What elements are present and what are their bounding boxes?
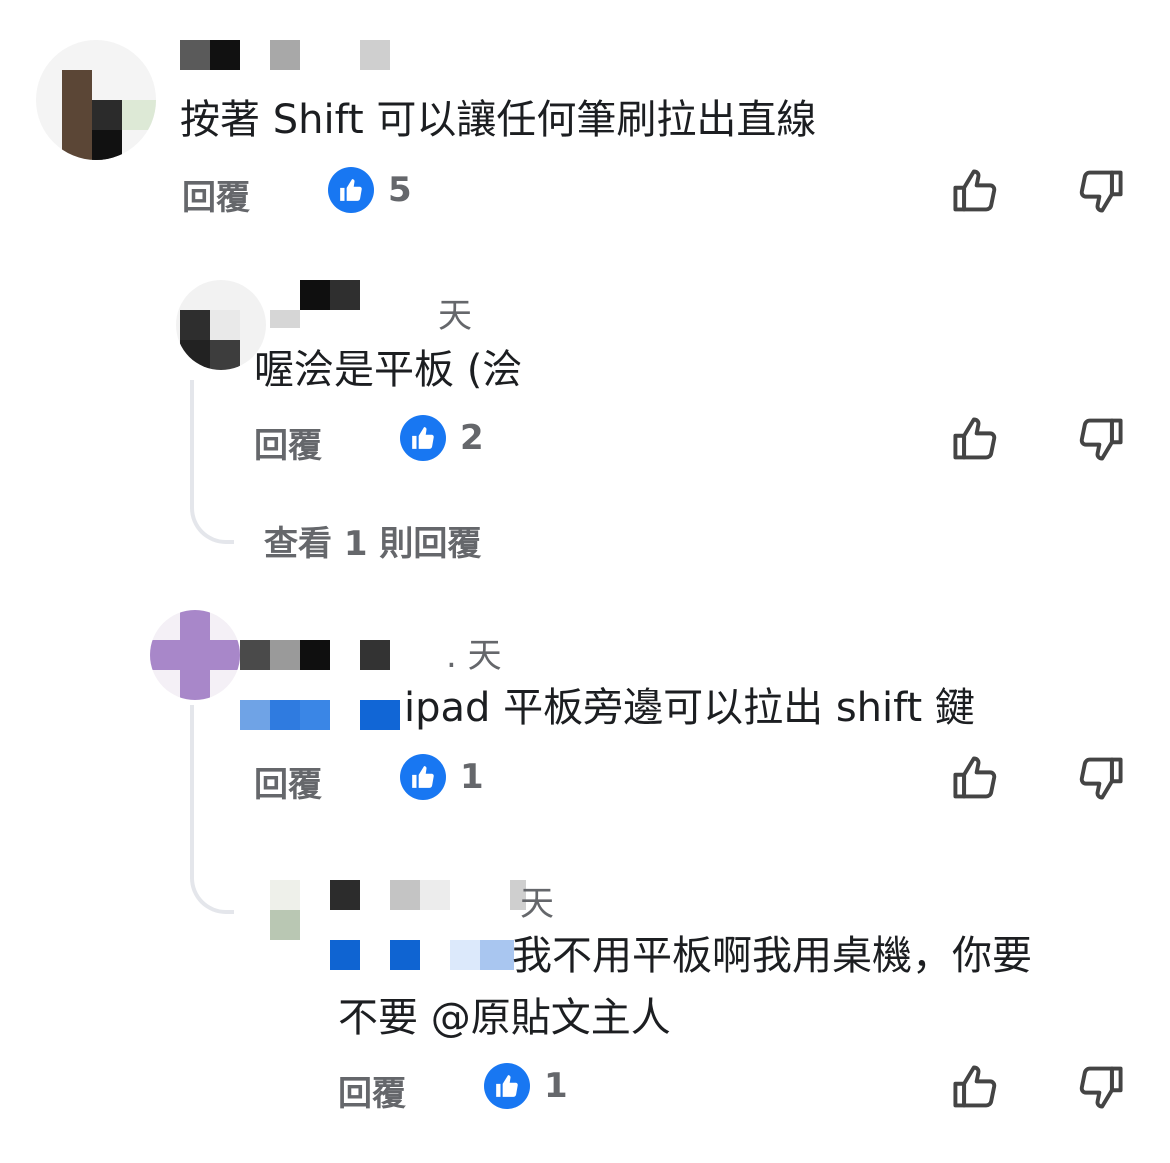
comment-text-line-2: 不要 @原貼文主人 bbox=[338, 995, 671, 1041]
thumbs-down-outline-icon[interactable] bbox=[1074, 1061, 1126, 1113]
view-replies-link[interactable]: 查看 1 則回覆 bbox=[264, 516, 481, 565]
thumbs-up-outline-icon[interactable] bbox=[950, 413, 1002, 465]
mention-tag-redacted[interactable] bbox=[330, 940, 514, 970]
reply-button[interactable]: 回覆 bbox=[182, 170, 250, 219]
thread-connector bbox=[190, 705, 234, 914]
comment-text: ipad 平板旁邊可以拉出 shift 鍵 bbox=[404, 685, 975, 731]
timestamp: . 天 bbox=[446, 636, 502, 676]
timestamp: 天 bbox=[520, 884, 554, 924]
thumbs-up-outline-icon[interactable] bbox=[950, 165, 1002, 217]
author-name-redacted[interactable] bbox=[240, 640, 400, 670]
avatar[interactable] bbox=[36, 40, 156, 160]
thread-connector bbox=[190, 380, 234, 544]
reply-button[interactable]: 回覆 bbox=[254, 757, 322, 806]
like-count: 1 bbox=[544, 1066, 568, 1106]
mention-tag-redacted[interactable] bbox=[240, 700, 400, 730]
thumbs-down-outline-icon[interactable] bbox=[1074, 752, 1126, 804]
like-count: 5 bbox=[388, 170, 412, 210]
reply-button[interactable]: 回覆 bbox=[338, 1066, 406, 1115]
timestamp: 天 bbox=[438, 296, 472, 336]
like-count: 1 bbox=[460, 757, 484, 797]
like-reaction-icon[interactable] bbox=[400, 415, 446, 461]
thumbs-down-outline-icon[interactable] bbox=[1074, 165, 1126, 217]
avatar[interactable] bbox=[150, 610, 240, 700]
avatar[interactable] bbox=[176, 280, 266, 370]
author-name-redacted[interactable] bbox=[270, 280, 370, 328]
comment-text-line-1: 我不用平板啊我用桌機，你要 bbox=[512, 933, 1032, 979]
like-reaction-icon[interactable] bbox=[328, 167, 374, 213]
comment-text: 按著 Shift 可以讓任何筆刷拉出直線 bbox=[180, 97, 817, 143]
author-name-redacted[interactable] bbox=[330, 880, 530, 910]
thumbs-up-outline-icon[interactable] bbox=[950, 1061, 1002, 1113]
like-reaction-icon[interactable] bbox=[400, 754, 446, 800]
author-name-redacted[interactable] bbox=[180, 40, 400, 70]
avatar[interactable] bbox=[270, 880, 300, 940]
like-reaction-icon[interactable] bbox=[484, 1063, 530, 1109]
reply-button[interactable]: 回覆 bbox=[254, 418, 322, 467]
thumbs-down-outline-icon[interactable] bbox=[1074, 413, 1126, 465]
like-count: 2 bbox=[460, 418, 484, 458]
thumbs-up-outline-icon[interactable] bbox=[950, 752, 1002, 804]
comment-text: 喔浍是平板 (浍 bbox=[254, 347, 523, 393]
